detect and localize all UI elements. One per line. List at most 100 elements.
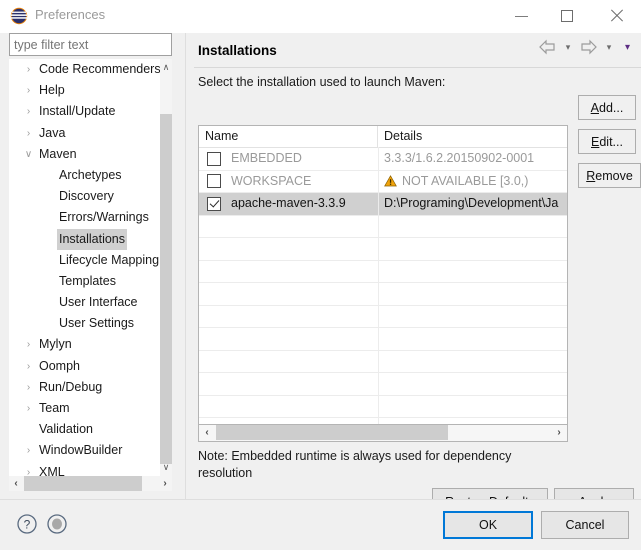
sidebar-item-run-debug[interactable]: › Run/Debug: [9, 377, 157, 398]
tree-list: › Code Recommenders › Help › Install/Update › J…: [9, 59, 161, 476]
help-icon[interactable]: ?: [15, 512, 39, 536]
sidebar-item-user-interface[interactable]: User Interface: [9, 292, 157, 313]
sidebar-item-help[interactable]: › Help: [9, 80, 157, 101]
scroll-down-icon[interactable]: ∨: [160, 459, 172, 476]
sidebar-item-validation[interactable]: Validation: [9, 419, 157, 440]
sidebar-item-user-settings[interactable]: User Settings: [9, 313, 157, 334]
row-checkbox[interactable]: [207, 151, 221, 166]
table-scroll-left-icon[interactable]: ‹: [199, 425, 215, 440]
column-header-details[interactable]: Details: [378, 126, 567, 147]
sidebar-item-mylyn[interactable]: › Mylyn: [9, 334, 157, 355]
remove-button-label: emove: [595, 168, 633, 183]
title-divider: [194, 67, 641, 68]
sidebar-item-label: XML: [39, 464, 65, 476]
sidebar-item-errors-warnings[interactable]: Errors/Warnings: [9, 207, 157, 228]
sidebar-item-templates[interactable]: Templates: [9, 271, 157, 292]
tree-horizontal-scrollbar[interactable]: ‹ ›: [9, 476, 172, 491]
forward-arrow-icon[interactable]: [579, 39, 598, 55]
sidebar-item-installations[interactable]: Installations: [9, 228, 157, 250]
table-row[interactable]: WORKSPACE NOT AVAILABLE [3.0,): [199, 171, 567, 193]
close-button[interactable]: [593, 0, 641, 31]
sidebar-item-maven[interactable]: ∨ Maven: [9, 144, 157, 165]
preferences-tree[interactable]: › Code Recommenders › Help › Install/Update › J…: [9, 59, 172, 476]
table-scroll-right-icon[interactable]: ›: [551, 425, 567, 440]
chevron-right-icon[interactable]: ›: [23, 334, 34, 355]
pane-divider: [185, 33, 186, 499]
eclipse-logo-icon: [9, 6, 29, 26]
chevron-right-icon[interactable]: ›: [23, 440, 34, 461]
scroll-left-icon[interactable]: ‹: [9, 476, 23, 491]
chevron-right-icon[interactable]: ›: [23, 101, 34, 122]
chevron-right-icon[interactable]: ›: [23, 59, 34, 80]
maximize-icon: [561, 10, 573, 22]
installation-details: NOT AVAILABLE [3.0,): [402, 173, 529, 188]
filter-input[interactable]: [9, 33, 172, 56]
remove-button[interactable]: Remove: [578, 163, 641, 188]
table-hscroll-thumb[interactable]: [216, 425, 448, 440]
chevron-right-icon[interactable]: ›: [23, 398, 34, 419]
scroll-right-icon[interactable]: ›: [158, 476, 172, 491]
page-title: Installations: [198, 43, 277, 58]
cell-name: EMBEDDED: [199, 148, 378, 170]
ok-button[interactable]: OK: [443, 511, 533, 539]
sidebar-item-label: Help: [39, 83, 65, 98]
sidebar-item-xml[interactable]: › XML: [9, 462, 157, 476]
table-horizontal-scrollbar[interactable]: ‹ ›: [198, 425, 568, 442]
table-empty-row: [199, 283, 567, 306]
sidebar-item-windowbuilder[interactable]: › WindowBuilder: [9, 440, 157, 461]
sidebar-item-code-recommenders[interactable]: › Code Recommenders: [9, 59, 161, 80]
installation-details: 3.3.3/1.6.2.20150902-0001: [384, 151, 535, 165]
add-button[interactable]: Add...: [578, 95, 636, 120]
sidebar-item-oomph[interactable]: › Oomph: [9, 356, 157, 377]
warning-icon: [384, 173, 397, 186]
forward-dropdown-icon[interactable]: ▾: [602, 42, 617, 53]
dialog-footer: ? OK Cancel: [0, 500, 641, 550]
sidebar-item-label: Java: [39, 125, 66, 140]
table-empty-row: [199, 396, 567, 418]
cancel-button[interactable]: Cancel: [541, 511, 629, 539]
page-description: Select the installation used to launch M…: [198, 75, 446, 89]
tree-vscroll-thumb[interactable]: [160, 114, 172, 464]
sidebar-item-lifecycle-mapping[interactable]: Lifecycle Mapping: [9, 250, 160, 271]
sidebar-item-label: Lifecycle Mapping: [59, 252, 160, 267]
sidebar-item-discovery[interactable]: Discovery: [9, 186, 157, 207]
cell-details: D:\Programing\Development\Ja: [378, 193, 567, 215]
table-header: Name Details: [199, 126, 567, 148]
maximize-button[interactable]: [545, 0, 591, 31]
chevron-down-icon[interactable]: ∨: [23, 144, 34, 165]
chevron-right-icon[interactable]: ›: [23, 123, 34, 144]
back-dropdown-icon[interactable]: ▾: [561, 42, 576, 53]
installations-table[interactable]: Name Details EMBEDDED 3.3.3/1.6.2.2015090…: [198, 125, 568, 425]
pin-icon[interactable]: [45, 512, 69, 536]
table-empty-row: [199, 351, 567, 373]
tree-vertical-scrollbar[interactable]: ∧ ∨: [160, 59, 172, 476]
chevron-right-icon[interactable]: ›: [23, 462, 34, 476]
table-body: EMBEDDED 3.3.3/1.6.2.20150902-0001 WORKSPA…: [199, 148, 567, 424]
sidebar-item-label: Install/Update: [39, 104, 116, 119]
view-menu-icon[interactable]: ▾: [620, 42, 635, 53]
sidebar-item-label: Archetypes: [59, 167, 122, 182]
table-row[interactable]: EMBEDDED 3.3.3/1.6.2.20150902-0001: [199, 148, 567, 171]
back-arrow-icon[interactable]: [538, 39, 557, 55]
navigation-controls: ▾ ▾ ▾: [538, 39, 635, 61]
add-button-mnemonic: A: [590, 100, 599, 115]
sidebar-item-archetypes[interactable]: Archetypes: [9, 165, 157, 186]
row-checkbox[interactable]: [207, 196, 221, 211]
scroll-up-icon[interactable]: ∧: [160, 59, 172, 76]
tree-hscroll-thumb[interactable]: [24, 476, 142, 491]
sidebar-item-label: WindowBuilder: [39, 443, 123, 458]
minimize-button[interactable]: [499, 0, 545, 31]
edit-button[interactable]: Edit...: [578, 129, 636, 154]
chevron-right-icon[interactable]: ›: [23, 356, 34, 377]
table-empty-row: [199, 418, 567, 424]
row-checkbox[interactable]: [207, 174, 221, 188]
sidebar-item-label: Installations: [57, 228, 128, 250]
column-header-name[interactable]: Name: [199, 126, 378, 147]
cell-details: NOT AVAILABLE [3.0,): [378, 171, 567, 193]
table-row[interactable]: apache-maven-3.3.9 D:\Programing\Developm…: [199, 193, 567, 216]
sidebar-item-java[interactable]: › Java: [9, 123, 157, 144]
sidebar-item-install-update[interactable]: › Install/Update: [9, 101, 157, 122]
chevron-right-icon[interactable]: ›: [23, 377, 34, 398]
chevron-right-icon[interactable]: ›: [23, 80, 34, 101]
sidebar-item-team[interactable]: › Team: [9, 398, 157, 419]
